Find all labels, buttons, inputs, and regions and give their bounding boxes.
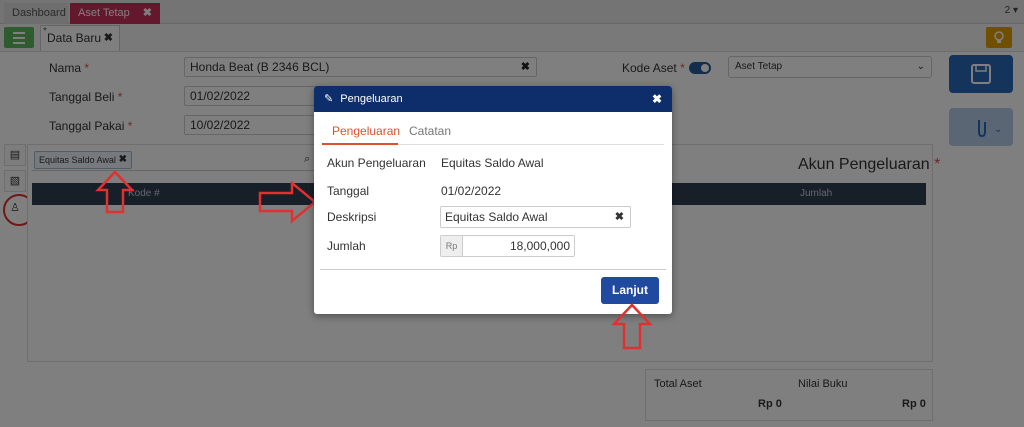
tab-catatan[interactable]: Catatan [409, 124, 451, 138]
tab-pengeluaran[interactable]: Pengeluaran [332, 124, 400, 138]
modal-title: Pengeluaran [340, 93, 403, 105]
modal-header: ✎ Pengeluaran ✖ [314, 86, 672, 112]
pengeluaran-modal: ✎ Pengeluaran ✖ Pengeluaran Catatan Akun… [314, 86, 672, 314]
footer-divider [320, 269, 666, 270]
arrow-up-annotation [95, 170, 135, 214]
active-tab-indicator [322, 143, 398, 145]
tanggal-label: Tanggal [327, 184, 370, 198]
jumlah-field[interactable]: Rp 18,000,000 [440, 235, 575, 257]
close-icon[interactable]: ✖ [652, 86, 662, 112]
arrow-up-annotation-lanjut [611, 303, 653, 350]
clear-icon[interactable]: ✖ [615, 207, 624, 227]
deskripsi-field[interactable]: Equitas Saldo Awal ✖ [440, 206, 631, 228]
akun-value: Equitas Saldo Awal [441, 156, 544, 170]
lanjut-button[interactable]: Lanjut [601, 277, 659, 304]
deskripsi-label: Deskripsi [327, 210, 377, 224]
arrow-right-annotation [258, 180, 317, 224]
currency-prefix: Rp [441, 236, 463, 256]
akun-label: Akun Pengeluaran [327, 156, 426, 170]
pencil-icon: ✎ [324, 93, 334, 105]
jumlah-value: 18,000,000 [509, 239, 570, 253]
tanggal-value: 01/02/2022 [441, 184, 502, 198]
jumlah-label: Jumlah [327, 239, 366, 253]
